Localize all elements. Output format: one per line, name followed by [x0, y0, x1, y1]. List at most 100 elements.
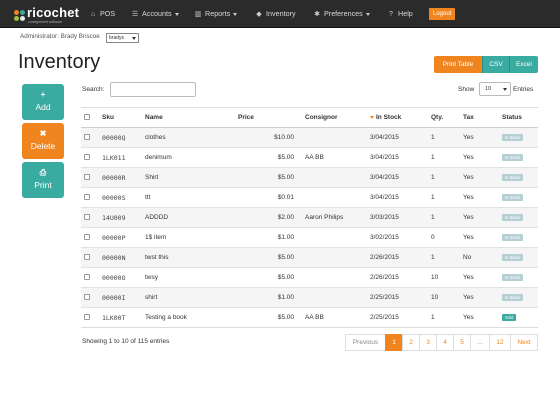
csv-button[interactable]: CSV — [482, 56, 509, 73]
tag-icon: ◆ — [256, 11, 262, 18]
in-stock-cell: 3/04/2015 — [367, 167, 428, 188]
price-cell: $5.00 — [235, 307, 302, 328]
table-body: 00000Q clothes $10.00 3/04/2015 1 Yes In Stock… — [81, 127, 538, 328]
row-checkbox[interactable] — [84, 254, 90, 261]
user-select[interactable]: bradys — [106, 33, 139, 43]
qty-cell: 1 — [428, 207, 460, 228]
tax-cell: Yes — [460, 267, 499, 288]
price-cell: $5.00 — [235, 247, 302, 268]
page-button-12[interactable]: 12 — [489, 334, 511, 351]
chevron-down-icon — [233, 12, 238, 16]
column-header-sku[interactable]: Sku — [99, 107, 142, 128]
consignor-cell — [302, 247, 367, 268]
select-all-header[interactable] — [81, 107, 99, 128]
next-page-button[interactable]: Next — [510, 334, 538, 351]
chevron-down-icon — [503, 88, 507, 91]
qty-cell: 1 — [428, 127, 460, 148]
column-header-price[interactable]: Price — [235, 107, 302, 128]
row-checkbox[interactable] — [84, 214, 90, 221]
row-select-cell — [81, 247, 99, 268]
nav-pos-label: POS — [100, 9, 116, 18]
brand-logo[interactable]: ricochet consignment software — [14, 4, 86, 26]
price-cell: $5.00 — [235, 167, 302, 188]
table-row[interactable]: 1LK00T Testing a book $5.00 AA BB 2/25/2015 1… — [81, 307, 538, 328]
nav-reports[interactable]: ▥ Reports — [194, 0, 238, 28]
row-checkbox[interactable] — [84, 154, 90, 161]
page-button-4[interactable]: 4 — [436, 334, 454, 351]
search-input[interactable] — [110, 82, 196, 97]
printer-icon: ⎙ — [39, 168, 47, 177]
sku-cell: 1LK00T — [99, 307, 142, 328]
row-checkbox[interactable] — [84, 274, 90, 281]
nav-help-label: Help — [398, 9, 413, 18]
name-cell: twst this — [142, 247, 235, 268]
print-button[interactable]: ⎙ Print — [22, 162, 64, 198]
select-all-checkbox[interactable] — [84, 114, 90, 121]
name-cell: shirt — [142, 287, 235, 308]
table-row[interactable]: 00000I shirt $1.00 2/25/2015 10 Yes In Stock — [81, 287, 538, 308]
users-icon: ☰ — [131, 11, 139, 18]
in-stock-cell: 2/25/2015 — [367, 307, 428, 328]
row-select-cell — [81, 267, 99, 288]
row-checkbox[interactable] — [84, 134, 90, 141]
row-select-cell — [81, 227, 99, 248]
delete-button[interactable]: ✖ Delete — [22, 123, 64, 159]
column-header-tax[interactable]: Tax — [460, 107, 499, 128]
in-stock-cell: 2/26/2015 — [367, 247, 428, 268]
row-checkbox[interactable] — [84, 194, 90, 201]
excel-button[interactable]: Excel — [509, 56, 538, 73]
page-button-2[interactable]: 2 — [402, 334, 420, 351]
previous-page-button[interactable]: Previous — [345, 334, 386, 351]
column-header-status[interactable]: Status — [499, 107, 538, 128]
row-checkbox[interactable] — [84, 174, 90, 181]
name-cell: clothes — [142, 127, 235, 148]
row-checkbox[interactable] — [84, 314, 90, 321]
column-header-name[interactable]: Name — [142, 107, 235, 128]
qty-cell: 10 — [428, 287, 460, 308]
entries-label: Entries — [513, 86, 534, 93]
sku-cell: 00000I — [99, 287, 142, 308]
table-row[interactable]: 00000S ttt $0.01 3/04/2015 1 Yes In Stock — [81, 187, 538, 208]
column-header-consignor[interactable]: Consignor — [302, 107, 367, 128]
column-header-in-stock[interactable]: In Stock — [367, 107, 428, 128]
add-button[interactable]: + Add — [22, 84, 64, 120]
add-button-label: Add — [35, 102, 51, 112]
table-row[interactable]: 00000Q clothes $10.00 3/04/2015 1 Yes In Stock — [81, 127, 538, 148]
table-row[interactable]: 1LK011 denimum $5.00 AA BB 3/04/2015 1 Yes In S… — [81, 147, 538, 168]
table-row[interactable]: 14U009 ADDDD $2.00 Aaron Philips 3/03/2015 1 Y… — [81, 207, 538, 228]
logout-button[interactable]: Logout — [429, 8, 456, 20]
table-header-row: Sku Name Price Consignor In Stock Qty. T… — [81, 107, 538, 128]
column-header-qty[interactable]: Qty. — [428, 107, 460, 128]
status-badge: In Stock — [502, 154, 524, 161]
nav-accounts[interactable]: ☰ Accounts — [131, 0, 179, 28]
nav-accounts-label: Accounts — [142, 9, 172, 18]
page-button-1[interactable]: 1 — [385, 334, 403, 351]
row-select-cell — [81, 287, 99, 308]
row-checkbox[interactable] — [84, 294, 90, 301]
sku-cell: 00000R — [99, 167, 142, 188]
table-row[interactable]: 00000R Shirt $5.00 3/04/2015 1 Yes In Stock — [81, 167, 538, 188]
qty-cell: 1 — [428, 247, 460, 268]
consignor-cell: AA BB — [302, 307, 367, 328]
in-stock-cell: 3/04/2015 — [367, 127, 428, 148]
table-row[interactable]: 00000N twst this $5.00 2/26/2015 1 No In Stock — [81, 247, 538, 268]
nav-pos[interactable]: ⌂ POS — [89, 0, 115, 28]
tax-cell: Yes — [460, 187, 499, 208]
row-checkbox[interactable] — [84, 234, 90, 241]
table-row[interactable]: 00000P 1$ item $1.00 3/02/2015 0 Yes In Stock — [81, 227, 538, 248]
print-table-button[interactable]: Print Table — [434, 56, 482, 73]
nav-help[interactable]: ? Help — [387, 0, 413, 28]
sku-cell: 00000O — [99, 267, 142, 288]
bar-chart-icon: ▥ — [194, 11, 202, 18]
price-cell: $1.00 — [235, 287, 302, 308]
nav-inventory[interactable]: ◆ Inventory — [255, 0, 295, 28]
search-label: Search: — [82, 86, 105, 93]
status-cell: In Stock — [499, 227, 538, 248]
page-length-select[interactable]: 10 — [479, 82, 511, 96]
delete-button-label: Delete — [30, 141, 56, 151]
nav-preferences[interactable]: ✱ Preferences — [313, 0, 370, 28]
table-row[interactable]: 00000O twsy $5.00 2/26/2015 10 Yes In Stock — [81, 267, 538, 288]
price-cell: $5.00 — [235, 147, 302, 168]
page-button-3[interactable]: 3 — [419, 334, 437, 351]
page-button-5[interactable]: 5 — [453, 334, 471, 351]
